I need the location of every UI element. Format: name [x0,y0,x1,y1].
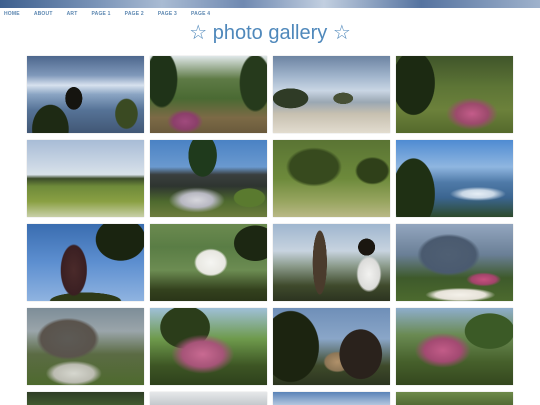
gallery-photo[interactable] [396,224,513,301]
gallery-photo[interactable] [27,56,144,133]
gallery-photo[interactable] [150,140,267,217]
gallery-photo[interactable] [150,392,267,405]
gallery-photo[interactable] [273,224,390,301]
gallery-photo[interactable] [27,224,144,301]
gallery-photo[interactable] [396,56,513,133]
gallery-photo[interactable] [27,392,144,405]
gallery-photo[interactable] [27,308,144,385]
gallery-photo[interactable] [273,140,390,217]
gallery-photo[interactable] [150,308,267,385]
gallery-photo[interactable] [273,308,390,385]
gallery-photo[interactable] [27,140,144,217]
photo-gallery-grid [0,0,540,405]
gallery-photo[interactable] [396,308,513,385]
gallery-photo[interactable] [273,56,390,133]
gallery-photo[interactable] [396,140,513,217]
gallery-photo[interactable] [150,56,267,133]
gallery-photo[interactable] [150,224,267,301]
gallery-photo[interactable] [396,392,513,405]
gallery-photo[interactable] [273,392,390,405]
